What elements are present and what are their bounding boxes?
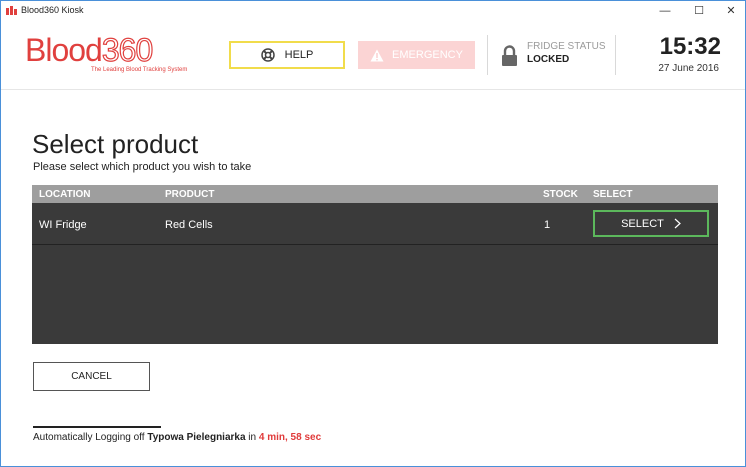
app-header: Blood360 The Leading Blood Tracking Syst… bbox=[1, 21, 745, 90]
header-divider bbox=[615, 35, 616, 75]
logo-word: Blood bbox=[25, 32, 103, 68]
title-bar: Blood360 Kiosk — ☐ ✕ bbox=[1, 1, 745, 21]
close-button[interactable]: ✕ bbox=[717, 2, 745, 20]
fridge-status-value: LOCKED bbox=[527, 54, 570, 65]
logo-number: 360 bbox=[101, 32, 154, 68]
cell-stock: 1 bbox=[544, 219, 551, 231]
header-divider bbox=[487, 35, 488, 75]
column-header-select: SELECT bbox=[593, 189, 633, 200]
product-table: LOCATION PRODUCT STOCK SELECT WI Fridge … bbox=[32, 185, 718, 344]
page-subtitle: Please select which product you wish to … bbox=[33, 161, 252, 173]
logoff-countdown: 4 min, 58 sec bbox=[258, 432, 322, 443]
lifebuoy-icon bbox=[260, 48, 275, 62]
logoff-divider bbox=[33, 426, 161, 428]
select-label: SELECT bbox=[621, 217, 664, 230]
column-header-location: LOCATION bbox=[39, 189, 91, 200]
chevron-right-icon bbox=[674, 218, 681, 229]
column-header-stock: STOCK bbox=[543, 189, 578, 200]
logoff-middle: in bbox=[245, 432, 259, 443]
select-product-button[interactable]: SELECT bbox=[593, 210, 709, 237]
column-header-product: PRODUCT bbox=[165, 189, 215, 200]
table-header: LOCATION PRODUCT STOCK SELECT bbox=[32, 185, 718, 203]
maximize-button[interactable]: ☐ bbox=[685, 2, 713, 20]
cancel-label: CANCEL bbox=[71, 371, 112, 382]
logoff-prefix: Automatically Logging off bbox=[33, 432, 148, 443]
cell-product: Red Cells bbox=[165, 219, 213, 231]
logged-in-user: Typowa Pielegniarka bbox=[147, 432, 246, 443]
window-title: Blood360 Kiosk bbox=[21, 5, 84, 15]
logo-tagline: The Leading Blood Tracking System bbox=[91, 67, 188, 73]
clock: 15:32 bbox=[659, 33, 721, 60]
help-label: HELP bbox=[284, 49, 314, 61]
blood360-app-icon bbox=[6, 6, 17, 15]
auto-logoff-notice: Automatically Logging off Typowa Pielegn… bbox=[33, 432, 321, 443]
page-title: Select product bbox=[32, 129, 199, 159]
emergency-label: EMERGENCY bbox=[392, 49, 463, 61]
cell-location: WI Fridge bbox=[39, 219, 87, 231]
emergency-button[interactable]: EMERGENCY bbox=[358, 41, 475, 69]
blood360-logo: Blood360 The Leading Blood Tracking Syst… bbox=[25, 32, 197, 77]
minimize-button[interactable]: — bbox=[651, 2, 679, 20]
fridge-status-label: FRIDGE STATUS bbox=[527, 41, 606, 52]
help-button[interactable]: HELP bbox=[229, 41, 345, 69]
warning-triangle-icon bbox=[370, 49, 384, 61]
padlock-icon bbox=[502, 45, 517, 66]
kiosk-window: Blood360 Kiosk — ☐ ✕ Blood360 The Leadin… bbox=[0, 0, 746, 467]
table-row: WI Fridge Red Cells 1 SELECT bbox=[32, 203, 718, 245]
cancel-button[interactable]: CANCEL bbox=[33, 362, 150, 391]
date: 27 June 2016 bbox=[658, 63, 719, 74]
